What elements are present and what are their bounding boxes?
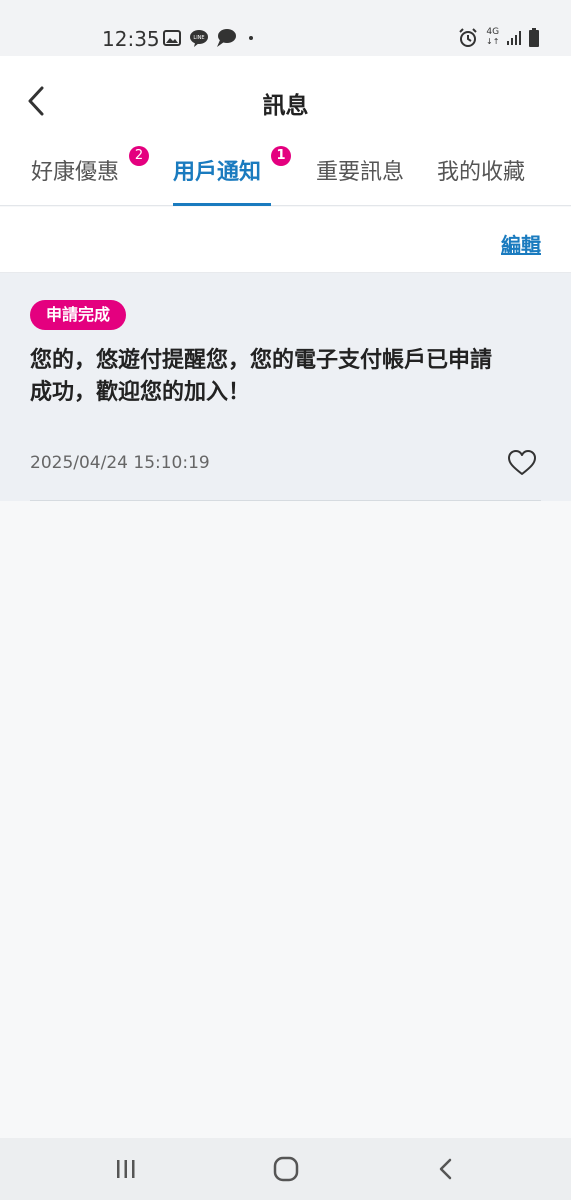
system-nav-bar [0, 1138, 571, 1200]
image-icon [163, 28, 181, 48]
signal-icon [506, 28, 522, 48]
page-title: 訊息 [262, 93, 309, 119]
tab-favorites[interactable]: 我的收藏 [437, 154, 537, 206]
network-4g-icon: 4G ↓↑ [486, 27, 500, 47]
tab-bar: 好康優惠 2 用戶通知 1 重要訊息 我的收藏 [0, 146, 571, 206]
home-icon [273, 1156, 299, 1182]
status-bar: 12:35 LINE 4G ↓↑ [0, 0, 571, 56]
nav-back-button[interactable] [426, 1152, 466, 1186]
message-datetime: 2025/04/24 15:10:19 [30, 453, 210, 473]
svg-text:LINE: LINE [193, 35, 204, 41]
tab-important[interactable]: 重要訊息 [316, 154, 414, 206]
tab-label: 用戶通知 [173, 160, 262, 185]
network-label: 4G [486, 27, 500, 37]
home-button[interactable] [266, 1152, 306, 1186]
tab-label: 好康優惠 [31, 160, 120, 185]
status-tag: 申請完成 [30, 300, 127, 330]
edit-button[interactable]: 編輯 [501, 229, 541, 258]
favorite-button[interactable] [507, 449, 537, 477]
tab-label: 我的收藏 [437, 160, 526, 185]
app-screen: 12:35 LINE 4G ↓↑ 訊息 好康優惠 2 用戶通知 1 重要訊息 我… [0, 0, 571, 1200]
edit-bar: 編輯 [0, 207, 571, 273]
message-text: 您的，悠遊付提醒您，您的電子支付帳戶已申請成功，歡迎您的加入！ [30, 348, 493, 405]
tab-badge: 2 [129, 146, 149, 166]
tab-badge: 1 [271, 146, 291, 166]
card-divider [30, 500, 541, 501]
chat-icon [215, 28, 237, 48]
dot-icon [248, 28, 254, 48]
active-tab-indicator [173, 203, 271, 206]
recent-apps-icon [117, 1160, 135, 1178]
tab-label: 重要訊息 [316, 160, 405, 185]
battery-icon [528, 28, 540, 48]
status-time: 12:35 [102, 27, 160, 51]
back-icon [439, 1158, 452, 1180]
app-header: 訊息 好康優惠 2 用戶通知 1 重要訊息 我的收藏 [0, 56, 571, 206]
message-card[interactable]: 申請完成 您的，悠遊付提醒您，您的電子支付帳戶已申請成功，歡迎您的加入！ 202… [0, 273, 571, 501]
tab-user-notifications[interactable]: 用戶通知 1 [173, 146, 291, 206]
line-icon: LINE [189, 28, 209, 48]
tab-deals[interactable]: 好康優惠 2 [31, 146, 149, 206]
heart-outline-icon [508, 450, 536, 475]
recent-apps-button[interactable] [106, 1152, 146, 1186]
alarm-icon [458, 28, 478, 48]
